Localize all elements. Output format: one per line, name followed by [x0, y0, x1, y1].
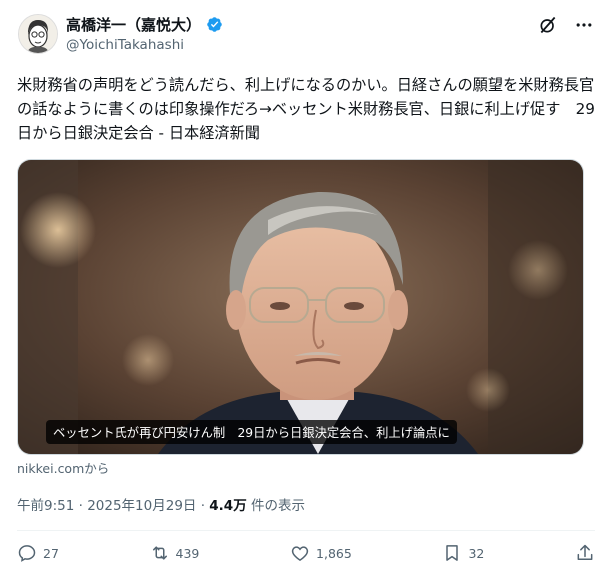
- action-bar: 27 439 1,865 32: [17, 541, 595, 565]
- views-count: 4.4万: [209, 498, 247, 514]
- share-button[interactable]: [575, 543, 595, 563]
- bookmark-button[interactable]: 32: [442, 543, 484, 563]
- views-label: 件の表示: [246, 498, 305, 514]
- reply-count: 27: [43, 545, 59, 561]
- author-handle[interactable]: @YoichiTakahashi: [66, 37, 184, 53]
- link-card-caption: ベッセント氏が再び円安けん制 29日から日銀決定会合、利上げ論点に: [46, 420, 457, 444]
- link-source[interactable]: nikkei.comから: [17, 458, 109, 477]
- post-timestamp[interactable]: 午前9:51 · 2025年10月29日 ·: [17, 498, 209, 514]
- reply-button[interactable]: 27: [17, 543, 59, 563]
- post-top-actions: [538, 15, 594, 35]
- verified-badge-icon: [207, 17, 222, 32]
- heart-icon: [291, 546, 309, 561]
- repost-icon: [152, 546, 167, 560]
- repost-count: 439: [175, 545, 200, 561]
- link-card[interactable]: ベッセント氏が再び円安けん制 29日から日銀決定会合、利上げ論点に: [17, 159, 584, 455]
- author-name[interactable]: 高橋洋一（嘉悦大）: [66, 14, 201, 35]
- bookmark-icon: [446, 545, 459, 561]
- repost-button[interactable]: 439: [150, 543, 200, 563]
- like-count: 1,865: [316, 545, 352, 561]
- avatar-illustration-icon: [19, 15, 57, 53]
- avatar[interactable]: [18, 14, 58, 54]
- author-name-row[interactable]: 高橋洋一（嘉悦大）: [66, 14, 223, 35]
- like-button[interactable]: 1,865: [290, 543, 352, 563]
- bookmark-count: 32: [468, 545, 485, 561]
- news-photo: [18, 160, 583, 454]
- share-icon: [577, 544, 593, 560]
- divider: [17, 530, 595, 531]
- grok-icon[interactable]: [538, 15, 558, 35]
- post-text: 米財務省の声明をどう読んだら、利上げになるのかい。日経さんの願望を米財務長官の話…: [17, 76, 595, 142]
- reply-icon: [18, 545, 36, 562]
- more-options-icon[interactable]: [574, 15, 594, 35]
- post-meta: 午前9:51 · 2025年10月29日 · 4.4万 件の表示: [17, 494, 305, 514]
